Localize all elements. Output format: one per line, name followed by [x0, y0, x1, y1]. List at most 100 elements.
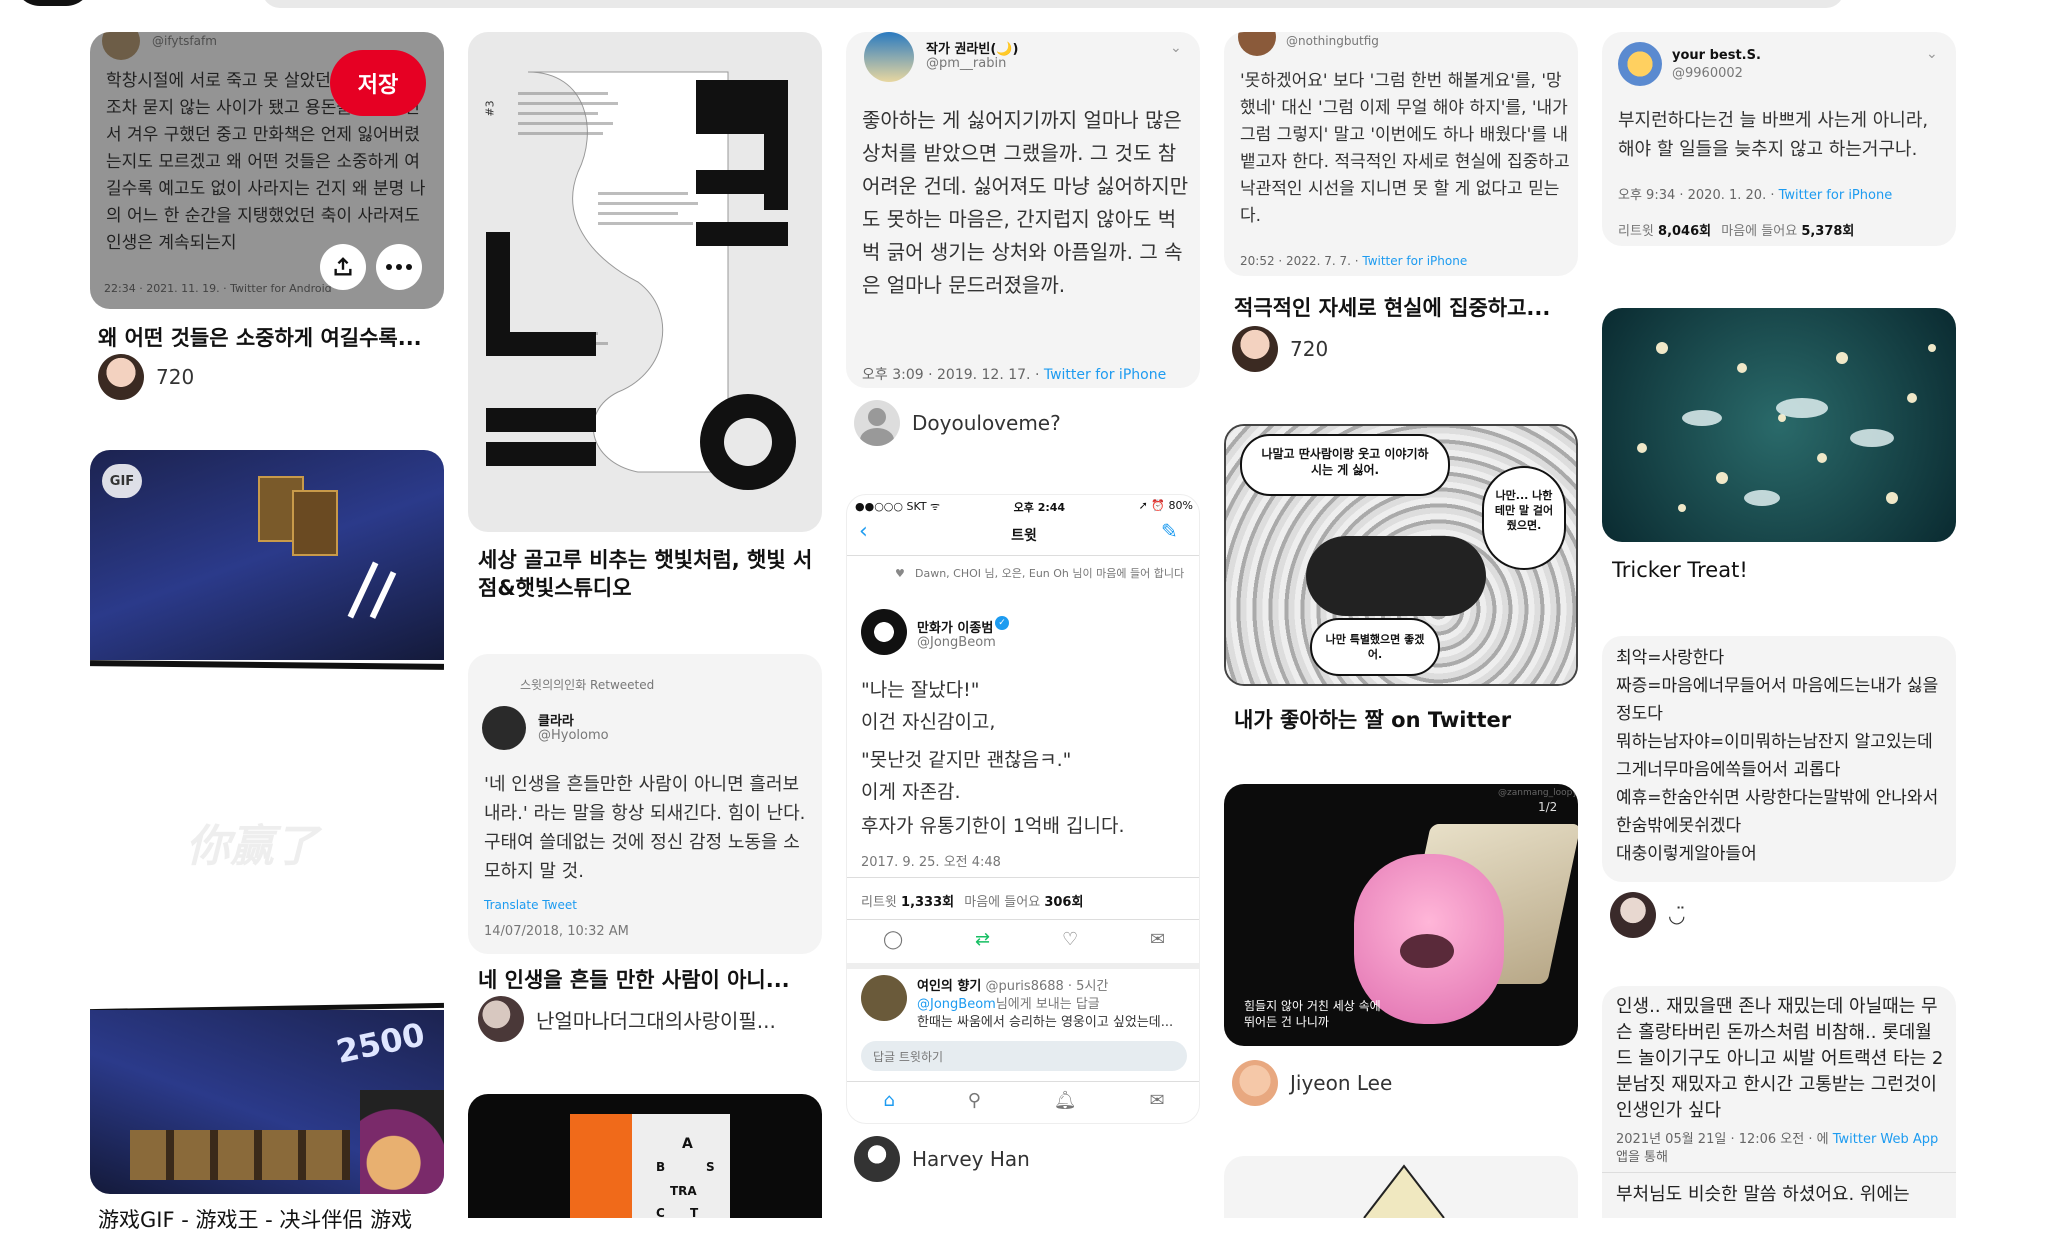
tweet-name: your best.S. — [1672, 48, 1761, 63]
pin-card-comic[interactable]: 나말고 딴사람이랑 웃고 이야기하시는 게 싫어. 나만... 나한테만 말 걸… — [1224, 424, 1578, 686]
pin-title[interactable]: 내가 좋아하는 짤 on Twitter — [1234, 704, 1574, 734]
book-letter: T — [690, 1206, 699, 1218]
pinterest-logo[interactable] — [14, 0, 92, 6]
tweet-meta-time: 20:52 · 2022. 7. 7. · — [1240, 254, 1363, 268]
reply-text: 한때는 싸움에서 승리하는 영웅이고 싶었는데... — [917, 1015, 1174, 1030]
pin-author[interactable]: 720 — [1232, 326, 1328, 372]
pin-author[interactable]: 720 — [98, 354, 194, 400]
chevron-down-icon[interactable]: ⌄ — [1926, 46, 1938, 62]
avatar — [1238, 32, 1276, 56]
reply-icon[interactable]: ◯ — [883, 929, 903, 950]
tweet-line: 이건 자신감이고, — [861, 711, 996, 733]
compose-icon[interactable]: ✎ — [1161, 519, 1178, 543]
save-button[interactable]: 저장 — [330, 50, 426, 116]
tweet-line: "나는 잘났다!" — [861, 679, 980, 701]
pin-card-gif[interactable]: GIF 你赢了 2500 — [90, 450, 444, 1194]
pin-card-drawing[interactable] — [1224, 1156, 1578, 1218]
pin-card-tweet[interactable]: 스윗의의인화 Retweeted 클라라 @Hyolomo '네 인생을 흔들만… — [468, 654, 822, 954]
tweet-line: 후자가 유통기한이 1억배 깁니다. — [861, 815, 1125, 837]
status-time: 오후 2:44 — [1013, 501, 1066, 514]
pin-title[interactable]: Tricker Treat! — [1612, 558, 1952, 582]
book-letter: C — [656, 1206, 665, 1218]
reply-to-handle[interactable]: @JongBeom — [917, 997, 996, 1012]
comic-figure — [1306, 536, 1486, 616]
pin-author[interactable]: Doyouloveme? — [854, 400, 1061, 446]
search-bar[interactable] — [262, 0, 1844, 8]
avatar — [1610, 892, 1656, 938]
notification-icon[interactable]: 🔔︎ — [1054, 1090, 1077, 1111]
like-icon[interactable]: ♡ — [1062, 929, 1078, 950]
avatar — [1618, 42, 1662, 86]
pin-title[interactable]: 游戏GIF - 游戏王 - 决斗伴侣 游戏 — [98, 1204, 438, 1234]
pin-title[interactable]: 왜 어떤 것들은 소중하게 여길수록... — [98, 322, 438, 352]
pin-title[interactable]: 네 인생을 흔들 만한 사람이 아니... — [478, 964, 818, 994]
author-name: 720 — [1290, 337, 1329, 361]
retweet-label: 스윗의의인화 Retweeted — [520, 678, 655, 692]
share-icon — [334, 257, 352, 276]
chevron-down-icon[interactable]: ⌄ — [1170, 40, 1182, 56]
home-icon[interactable]: ⌂ — [883, 1090, 894, 1111]
pin-card-phone[interactable]: ●●○○○ SKT ᯤ 오후 2:44 ➚ ⏰ 80% ‹ 트윗 ✎ ♥ Daw… — [846, 494, 1200, 1124]
avatar-silhouette — [860, 428, 894, 446]
cards-row — [130, 1130, 350, 1180]
pin-title[interactable]: 적극적인 자세로 현실에 집중하고... — [1234, 292, 1574, 322]
heart-icon: ♥ — [895, 567, 905, 580]
retweet-icon[interactable]: ⇄ — [975, 929, 990, 950]
book-letter: B — [656, 1160, 666, 1174]
liked-by: Dawn, CHOI 님, 오은, Eun Oh 님이 마음에 들어 합니다 — [915, 567, 1185, 580]
pin-author[interactable]: ◡̈ — [1610, 892, 1685, 938]
avatar — [864, 32, 914, 82]
author-name: 난얼마나더그대의사랑이필... — [536, 1008, 776, 1033]
pin-card-book[interactable]: A B S TRA C T — [468, 1094, 822, 1218]
avatar — [478, 996, 524, 1042]
tweet-date: 14/07/2018, 10:32 AM — [484, 924, 629, 939]
message-icon[interactable]: ✉ — [1149, 1090, 1164, 1111]
pin-card-poster[interactable]: #3 — [468, 32, 822, 532]
more-options-button[interactable] — [376, 244, 422, 290]
speech-bubble: 나말고 딴사람이랑 웃고 이야기하시는 게 싫어. — [1240, 434, 1450, 496]
pin-author[interactable]: Jiyeon Lee — [1232, 1060, 1392, 1106]
stats-row: 리트윗 8,046회 마음에 들어요 5,378회 — [1618, 220, 1854, 239]
pin-card-image[interactable]: 1/2 @zanmang_loopy 힘들지 않아 거친 세상 속에 뛰어든 건… — [1224, 784, 1578, 1046]
pin-card-tweet[interactable]: 작가 권라빈(🌙) @pm__rabin ⌄ 좋아하는 게 싫어지기까지 얼마나… — [846, 32, 1200, 388]
author-name: 720 — [156, 365, 195, 389]
pin-card-text[interactable]: 인생.. 재밌을땐 존나 재밌는데 아닐때는 무슨 홀랑타버린 돈까스처럼 비참… — [1602, 986, 1956, 1218]
message-icon[interactable]: ✉ — [1150, 929, 1165, 950]
watermark: @zanmang_loopy — [1498, 788, 1578, 798]
divider — [1602, 1172, 1956, 1173]
retweet-label: 리트윗 — [861, 895, 897, 910]
tweet-text: '네 인생을 흔들만한 사람이 아니면 흘러보내라.' 라는 말을 항상 되새긴… — [484, 774, 806, 882]
reply-input[interactable]: 답글 트윗하기 — [861, 1041, 1187, 1071]
pin-card-tweet[interactable]: your best.S. @9960002 ⌄ 부지런하다는건 늘 바쁘게 사는… — [1602, 32, 1956, 246]
pin-card-tweet[interactable]: @nothingbutfig '못하겠어요' 보다 '그럼 한번 해볼게요'를,… — [1224, 32, 1578, 276]
pin-card[interactable]: @ifytsfafm 학창시절에 서로 죽고 못 살았던 친구는 안부조차 묻지… — [90, 32, 444, 309]
gif-top-frame — [90, 450, 444, 660]
tweet-handle: @nothingbutfig — [1286, 34, 1379, 48]
tweet-text: 부지런하다는건 늘 바쁘게 사는게 아니라, 해야 할 일들을 늦추지 않고 하… — [1618, 110, 1929, 160]
status-carrier: ●●○○○ SKT ᯤ — [855, 500, 941, 513]
tab-bar: ⌂ ⚲ 🔔︎ ✉ — [847, 1081, 1199, 1111]
score-text: 2500 — [333, 1015, 429, 1071]
pin-title[interactable]: 세상 골고루 비추는 햇빛처럼, 햇빛 서점&햇빛스튜디오 — [478, 546, 818, 602]
tweet-meta: 오후 3:09 · 2019. 12. 17. · Twitter for iP… — [862, 364, 1166, 384]
pin-author[interactable]: Harvey Han — [854, 1136, 1030, 1182]
avatar — [1232, 1060, 1278, 1106]
watermark: 你赢了 — [186, 821, 318, 872]
share-button[interactable] — [320, 244, 366, 290]
pin-card-image[interactable] — [1602, 308, 1956, 542]
dot — [406, 264, 412, 270]
book-cover: A B S TRA C T — [570, 1114, 730, 1218]
gif-badge: GIF — [102, 464, 142, 498]
tweet-client: Twitter for iPhone — [1362, 254, 1468, 268]
pin-card-text[interactable]: 최악=사랑한다 짜증=마음에너무들어서 마음에드는내가 싫을정도다 뭐하는남자야… — [1602, 636, 1956, 882]
poster-issue: #3 — [483, 100, 497, 117]
pin-author[interactable]: 난얼마나더그대의사랑이필... — [478, 996, 776, 1042]
reply-handle: @puris8688 · 5시간 — [985, 979, 1109, 994]
speech-bubble: 나만... 나한테만 말 걸어 줬으면. — [1482, 466, 1566, 570]
search-icon[interactable]: ⚲ — [968, 1090, 981, 1111]
tweet-text: 좋아하는 게 싫어지기까지 얼마나 많은 상처를 받았으면 그랬을까. 그 것도… — [862, 108, 1189, 297]
reply-header: 여인의 향기 @puris8688 · 5시간 — [917, 975, 1108, 994]
reply-divider — [847, 963, 1199, 969]
translate-link[interactable]: Translate Tweet — [484, 898, 577, 912]
avatar — [854, 1136, 900, 1182]
